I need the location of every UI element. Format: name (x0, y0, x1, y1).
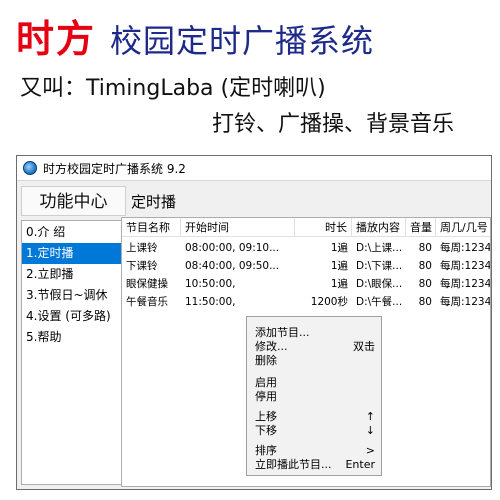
menu-item-label: 停用 (255, 390, 277, 403)
promo-alias: 又叫：TimingLaba (定时喇叭) (20, 76, 326, 101)
menu-item-label: 启用 (255, 376, 277, 389)
menu-item-play-now[interactable]: 立即播此节目... Enter (247, 457, 381, 472)
table-row-start[interactable]: 10:50:00, (181, 275, 295, 293)
table-row-duration[interactable]: 1200秒 (295, 293, 352, 311)
column-header-days[interactable]: 周几/几号 (436, 218, 490, 237)
column-header-volume[interactable]: 音量 (406, 218, 436, 237)
page-title: 定时播 (131, 193, 177, 211)
table-row-volume[interactable]: 80 (406, 257, 436, 275)
app-icon (23, 161, 37, 175)
menu-item-move-up[interactable]: 上移 ↑ (247, 409, 381, 424)
arrow-down-icon: ↓ (365, 424, 375, 437)
table-row-days[interactable]: 每周:12345 (436, 239, 490, 257)
chevron-right-icon: > (365, 444, 375, 457)
table-row-start[interactable]: 11:50:00, (181, 293, 295, 311)
window-titlebar[interactable]: 时方校园定时广播系统 9.2 (17, 156, 491, 181)
promo-features: 打铃、广播操、背景音乐 (212, 112, 455, 137)
sidebar-item-intro[interactable]: 0.介 绍 (22, 222, 125, 243)
table-row-days[interactable]: 每周:12345 (436, 275, 490, 293)
table-row-volume[interactable]: 80 (406, 275, 436, 293)
menu-item-shortcut: 双击 (353, 340, 375, 353)
nav-list: 0.介 绍 1.定时播 2.立即播 3.节假日~调休 4.设置 (可多路) 5.… (21, 220, 126, 485)
table-row-start[interactable]: 08:00:00, 09:10... (181, 239, 295, 257)
table-row-name[interactable]: 下课铃 (122, 257, 181, 275)
sidebar: 功能中心 0.介 绍 1.定时播 2.立即播 3.节假日~调休 4.设置 (可多… (21, 186, 126, 486)
menu-item-add[interactable]: 添加节目... (247, 325, 381, 340)
menu-item-delete[interactable]: 删除 (247, 353, 381, 368)
column-header-start[interactable]: 开始时间 (181, 218, 295, 237)
table-row-duration[interactable]: 1遍 (295, 275, 352, 293)
table-row-volume[interactable]: 80 (406, 293, 436, 311)
table-row-content[interactable]: D:\午餐... (352, 293, 406, 311)
table-row-duration[interactable]: 1遍 (295, 239, 352, 257)
column-header-content[interactable]: 播放内容 (352, 218, 406, 237)
sidebar-item-play-now[interactable]: 2.立即播 (22, 264, 125, 285)
promo-title: 时方 校园定时广播系统 (16, 14, 374, 64)
table-row-volume[interactable]: 80 (406, 239, 436, 257)
table-row-name[interactable]: 午餐音乐 (122, 293, 181, 311)
menu-item-label: 排序 (255, 444, 277, 457)
brand-name: 时方 (16, 17, 97, 61)
table-row-days[interactable]: 每周:12345 (436, 293, 490, 311)
sidebar-item-scheduled[interactable]: 1.定时播 (22, 243, 125, 264)
sidebar-item-settings[interactable]: 4.设置 (可多路) (22, 306, 125, 327)
table-row-name[interactable]: 上课铃 (122, 239, 181, 257)
table-row-days[interactable]: 每周:12345 (436, 257, 490, 275)
menu-item-edit[interactable]: 修改... 双击 (247, 339, 381, 354)
menu-item-shortcut: Enter (345, 458, 375, 471)
context-menu: 添加节目... 修改... 双击 删除 启用 停用 上移 ↑ 下移 ↓ 排序 >… (246, 316, 382, 476)
menu-item-label: 上移 (255, 410, 277, 423)
menu-item-label: 添加节目... (255, 326, 310, 339)
table-row-duration[interactable]: 1遍 (295, 257, 352, 275)
sidebar-header: 功能中心 (21, 186, 126, 216)
table-row-start[interactable]: 08:40:00, 09:50... (181, 257, 295, 275)
menu-item-label: 修改... (255, 340, 288, 353)
sidebar-item-holidays[interactable]: 3.节假日~调休 (22, 285, 125, 306)
menu-item-label: 删除 (255, 354, 277, 367)
menu-item-disable[interactable]: 停用 (247, 389, 381, 404)
window-title: 时方校园定时广播系统 9.2 (43, 161, 186, 176)
menu-item-label: 立即播此节目... (255, 458, 332, 471)
menu-item-move-down[interactable]: 下移 ↓ (247, 423, 381, 438)
column-header-duration[interactable]: 时长 (295, 218, 352, 237)
sidebar-item-help[interactable]: 5.帮助 (22, 327, 125, 348)
table-row-content[interactable]: D:\眼保... (352, 275, 406, 293)
table-row-name[interactable]: 眼保健操 (122, 275, 181, 293)
menu-item-sort[interactable]: 排序 > (247, 443, 381, 458)
menu-item-enable[interactable]: 启用 (247, 375, 381, 390)
arrow-up-icon: ↑ (365, 410, 375, 423)
column-header-name[interactable]: 节目名称 (122, 218, 181, 237)
table-row-content[interactable]: D:\上课... (352, 239, 406, 257)
table-row-content[interactable]: D:\下课... (352, 257, 406, 275)
menu-item-label: 下移 (255, 424, 277, 437)
product-name: 校园定时广播系统 (110, 22, 375, 60)
